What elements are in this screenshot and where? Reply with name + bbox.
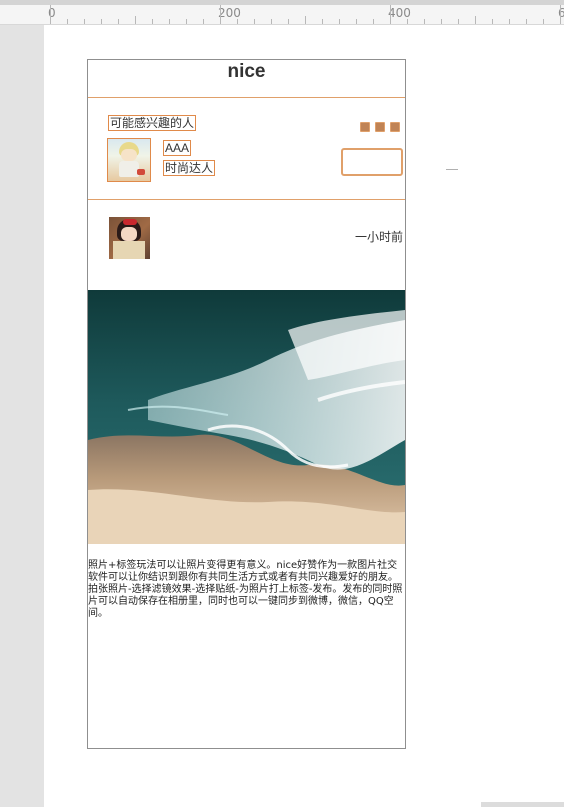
avatar-bow [123,219,137,225]
avatar-detail [137,169,145,175]
avatar-face [121,227,137,241]
horizontal-scrollbar[interactable] [481,802,564,807]
ruler-tick [407,19,408,24]
ruler-tick [50,5,51,24]
page-title: nice [227,61,266,82]
carousel-dot-1[interactable] [360,122,370,132]
ruler-tick [101,19,102,24]
ruler-tick [271,19,272,24]
ruler-tick [254,19,255,24]
avatar-paper [113,241,145,259]
ruler-tick [424,19,425,24]
ruler-tick [305,16,306,24]
carousel-dots[interactable] [360,122,400,132]
ruler-tick [356,19,357,24]
suggested-user-name[interactable]: AAA [163,140,192,156]
ruler-tick [288,19,289,24]
ruler-tick [441,19,442,24]
left-panel-gutter [0,25,44,807]
ruler-tick [203,19,204,24]
phone-artboard: nice 可能感兴趣的人 AAA 时尚达人 一小时前 照片+标签玩法可以让照片变… [87,59,406,749]
ruler-label-600: 6 [558,6,564,20]
ruler-tick [492,19,493,24]
ruler-tick [458,19,459,24]
suggested-users-heading: 可能感兴趣的人 [108,115,197,131]
ruler-tick [339,19,340,24]
horizontal-ruler: 0 200 400 6 [0,5,564,25]
ruler-tick [526,19,527,24]
beach-waves-photo[interactable] [88,290,405,544]
ruler-label-200: 200 [218,6,241,20]
post-description: 照片+标签玩法可以让照片变得更有意义。nice好赞作为一款图片社交软件可以让你结… [88,560,403,619]
ruler-tick [169,19,170,24]
ruler-tick [84,19,85,24]
carousel-dot-2[interactable] [375,122,385,132]
ruler-tick [373,19,374,24]
suggested-user-avatar[interactable] [107,138,151,182]
beach-photo-image [88,290,405,544]
ruler-tick [543,19,544,24]
suggested-users-panel: 可能感兴趣的人 AAA 时尚达人 [88,97,405,200]
ruler-tick [322,19,323,24]
ruler-label-400: 400 [388,6,411,20]
suggested-user-tag: 时尚达人 [163,160,216,176]
ruler-tick [67,19,68,24]
follow-button[interactable] [341,148,403,176]
ruler-tick [509,19,510,24]
ruler-tick [560,5,561,24]
ruler-tick [237,19,238,24]
canvas-stray-mark [446,169,458,170]
ruler-tick [152,19,153,24]
ruler-tick [118,19,119,24]
avatar-body [119,161,139,177]
ruler-tick [390,5,391,24]
post-timestamp: 一小时前 [354,230,403,244]
ruler-tick [186,19,187,24]
feed-user-avatar[interactable] [109,217,150,259]
ruler-tick [135,16,136,24]
ruler-tick [475,16,476,24]
avatar-face [121,149,137,161]
carousel-dot-3[interactable] [390,122,400,132]
ruler-tick [220,5,221,24]
